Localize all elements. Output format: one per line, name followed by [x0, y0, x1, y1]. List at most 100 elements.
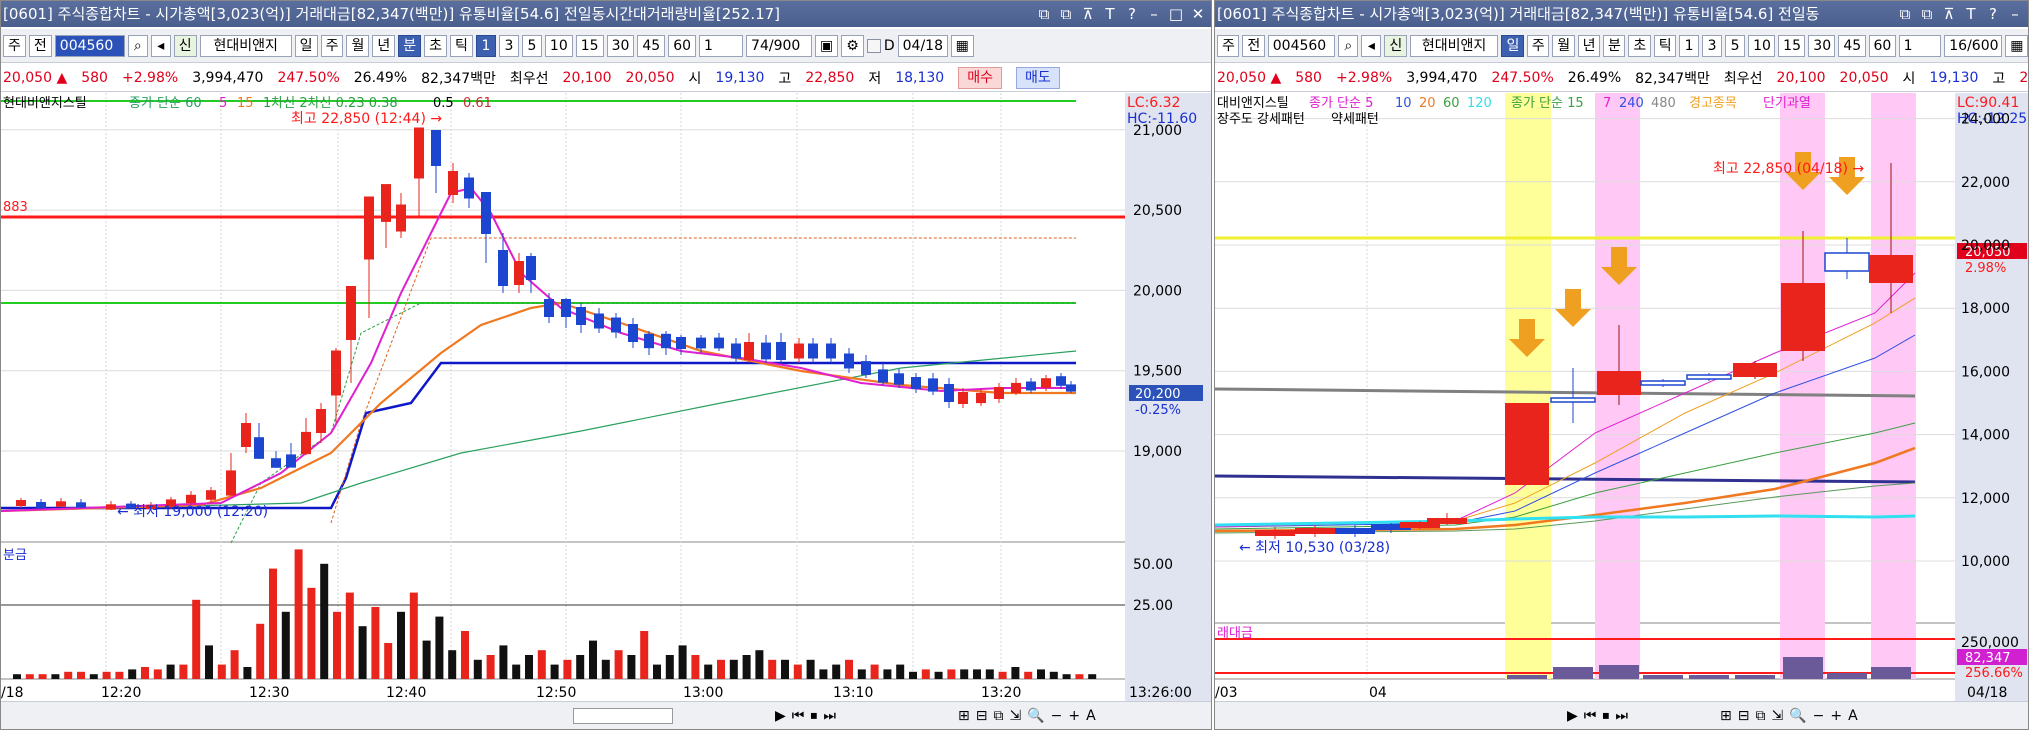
tab-week[interactable]: 주 [320, 34, 344, 57]
minute-5[interactable]: 5 [521, 34, 542, 57]
sell-button[interactable]: 매도 [1015, 66, 1060, 89]
pin-icon[interactable]: ⊼ [1079, 1, 1097, 27]
minute-1[interactable]: 1 [1679, 34, 1700, 57]
restore-icon[interactable]: ⧉ [1035, 1, 1053, 27]
minute-3[interactable]: 3 [1702, 34, 1723, 57]
market-select[interactable]: 주 [1217, 34, 1240, 57]
minimize-icon[interactable]: – [2006, 1, 2024, 27]
tile-icon[interactable]: ⧉ [1918, 1, 1936, 27]
unit-input[interactable]: 1 [1898, 34, 1942, 57]
tab-day[interactable]: 일 [1501, 34, 1524, 57]
minute-15[interactable]: 15 [575, 34, 604, 57]
layout1-icon[interactable]: ⊞ [1720, 708, 1732, 724]
layout3-icon[interactable]: ⧉ [1755, 708, 1765, 724]
chart-scrollbar[interactable] [573, 707, 673, 724]
play-icon[interactable]: ▶ [775, 708, 786, 724]
search-icon[interactable]: ⌕ [1338, 34, 1359, 57]
zoom-in-icon[interactable]: + [1068, 708, 1080, 724]
minute-45[interactable]: 45 [1838, 34, 1866, 57]
tab-month[interactable]: 월 [1552, 34, 1575, 57]
stop-icon[interactable]: ⏹ [810, 708, 817, 724]
stock-code-input[interactable]: 004560 [54, 34, 125, 57]
candle-body [544, 299, 554, 317]
tab-minute[interactable]: 분 [398, 34, 422, 57]
calendar-icon[interactable]: ▦ [950, 34, 974, 57]
tab-month[interactable]: 월 [346, 34, 370, 57]
stop-icon[interactable]: ⏹ [1602, 708, 1609, 724]
minute-60[interactable]: 60 [1868, 34, 1896, 57]
window-title-bar[interactable]: [0601] 주식종합차트 - 시가총액[3,023(억)] 거래대금[82,3… [1, 1, 1211, 27]
draw-icon[interactable]: ⇲ [1009, 708, 1021, 724]
intraday-chart[interactable]: 현대비앤지스틸 종가 단순 60 5 15 1차신 2차신 0.23 0.38 0.5 0.… [1, 93, 1211, 703]
zoom-icon[interactable]: 🔍 [1027, 708, 1044, 724]
minute-30[interactable]: 30 [606, 34, 635, 57]
buy-button[interactable]: 매수 [958, 66, 1002, 89]
minute-15[interactable]: 15 [1778, 34, 1806, 57]
minute-10[interactable]: 10 [1748, 34, 1776, 57]
restore-icon[interactable]: ⧉ [1896, 1, 1914, 27]
tile-icon[interactable]: ⧉ [1057, 1, 1075, 27]
font-icon[interactable]: T [1101, 1, 1119, 27]
pin-icon[interactable]: ⊼ [1940, 1, 1958, 27]
speaker-icon[interactable]: ◂ [150, 34, 171, 57]
minute-1[interactable]: 1 [475, 34, 496, 57]
first-icon[interactable]: ⏮ [1584, 708, 1597, 724]
zoom-in-icon[interactable]: + [1830, 708, 1842, 724]
speaker-icon[interactable]: ◂ [1361, 34, 1382, 57]
tab-minute[interactable]: 분 [1602, 34, 1626, 57]
tab-second[interactable]: 초 [1628, 34, 1651, 57]
window-title-bar[interactable]: [0601] 주식종합차트 - 시가총액[3,023(억)] 거래대금[82,3… [1215, 1, 2028, 27]
zoom-icon[interactable]: 🔍 [1789, 708, 1806, 724]
low-annotation: ← 최저 10,530 (03/28) [1239, 540, 1390, 556]
daily-chart[interactable]: 대비앤지스틸 종가 단순 5 10 20 60 120 종가 단순 15 7 240 480 경고종… [1215, 93, 2028, 703]
minimize-icon[interactable]: – [1145, 1, 1163, 27]
help-icon[interactable]: ? [1123, 1, 1141, 27]
prev-button[interactable]: 전 [1242, 34, 1265, 57]
last-icon[interactable]: ⏭ [823, 708, 836, 724]
prev-button[interactable]: 전 [28, 34, 52, 57]
zoom-out-icon[interactable]: − [1813, 708, 1825, 724]
minute-45[interactable]: 45 [637, 34, 666, 57]
font-icon[interactable]: T [1962, 1, 1980, 27]
help-icon[interactable]: ? [1984, 1, 2002, 27]
font-size-icon[interactable]: A [1086, 708, 1096, 724]
layout3-icon[interactable]: ⧉ [993, 708, 1003, 724]
font-size-icon[interactable]: A [1848, 708, 1858, 724]
unit-input[interactable]: 1 [699, 34, 744, 57]
search-icon[interactable]: ⌕ [127, 34, 148, 57]
layout1-icon[interactable]: ⊞ [958, 708, 970, 724]
tab-tick[interactable]: 틱 [450, 34, 473, 57]
date-input[interactable]: 04/18 [897, 34, 948, 57]
settings-icon[interactable]: ⚙ [841, 34, 864, 57]
layout2-icon[interactable]: ⊟ [1738, 708, 1750, 724]
stock-code-input[interactable]: 004560 [1267, 34, 1336, 57]
tab-week[interactable]: 주 [1526, 34, 1550, 57]
market-select[interactable]: 주 [3, 34, 26, 57]
tab-tick[interactable]: 틱 [1653, 34, 1677, 57]
minute-3[interactable]: 3 [498, 34, 519, 57]
minute-60[interactable]: 60 [668, 34, 697, 57]
last-icon[interactable]: ⏭ [1615, 708, 1628, 724]
first-icon[interactable]: ⏮ [792, 708, 805, 724]
minute-5[interactable]: 5 [1725, 34, 1746, 57]
maximize-icon[interactable]: □ [1167, 1, 1185, 27]
play-icon[interactable]: ▶ [1567, 708, 1578, 724]
close-icon[interactable]: ✕ [1189, 1, 1207, 27]
minute-10[interactable]: 10 [544, 34, 573, 57]
zoom-out-icon[interactable]: − [1051, 708, 1063, 724]
tab-day[interactable]: 일 [294, 34, 318, 57]
tab-year[interactable]: 년 [1577, 34, 1600, 57]
count-input[interactable]: 16/600 [1944, 34, 2003, 57]
draw-icon[interactable]: ⇲ [1771, 708, 1783, 724]
candle-body [576, 307, 586, 325]
volume-bar [461, 631, 469, 679]
calendar-icon[interactable]: ▦ [2005, 34, 2028, 57]
save-icon[interactable]: ▣ [815, 34, 839, 57]
tab-year[interactable]: 년 [372, 34, 396, 57]
candle-body [944, 384, 954, 402]
date-checkbox[interactable] [866, 38, 881, 53]
minute-30[interactable]: 30 [1808, 34, 1836, 57]
tab-second[interactable]: 초 [424, 34, 448, 57]
count-input[interactable]: 74/900 [746, 34, 813, 57]
layout2-icon[interactable]: ⊟ [976, 708, 988, 724]
